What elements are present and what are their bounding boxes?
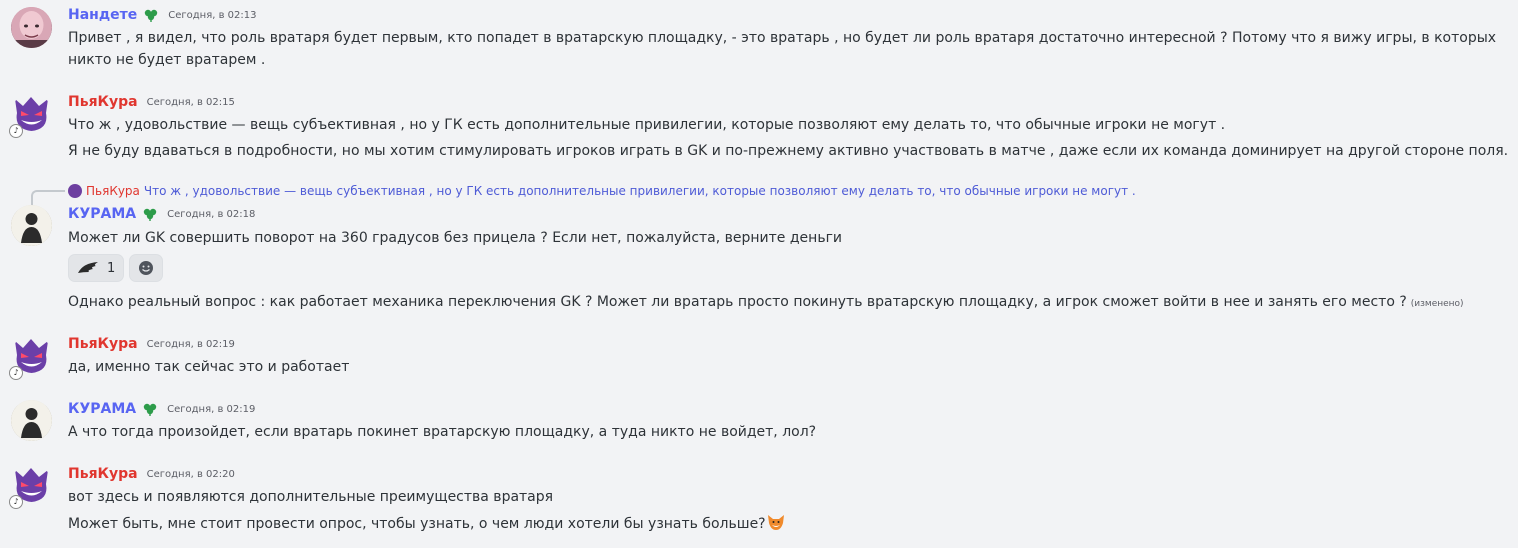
avatar-face-icon [11, 7, 52, 48]
message-text: да, именно так сейчас это и работает [68, 359, 350, 375]
fox-emoji-icon [767, 515, 784, 530]
reply-text[interactable]: Что ж , удовольствие — вещь субъективная… [144, 184, 1136, 198]
avatar-figure-icon [11, 205, 52, 246]
message-header: Нандете Сегодня, в 02:13 [68, 7, 256, 23]
message-text: Что ж , удовольствие — вещь субъективная… [68, 117, 1226, 133]
message-header: ПьяКура Сегодня, в 02:20 [68, 466, 235, 482]
edited-label: (изменено) [1410, 299, 1464, 309]
author-name[interactable]: ПьяКура [68, 336, 138, 352]
wing-emoji-icon [78, 262, 98, 273]
reply-author[interactable]: ПьяКура [86, 184, 140, 198]
message-text: Однако реальный вопрос : как работает ме… [68, 291, 1464, 315]
author-name[interactable]: ПьяКура [68, 94, 138, 110]
message-text: Может ли GK совершить поворот на 360 гра… [68, 230, 843, 246]
smiley-icon [139, 261, 154, 275]
message-header: ПьяКура Сегодня, в 02:15 [68, 94, 235, 110]
avatar[interactable] [11, 7, 52, 48]
reply-avatar [68, 184, 82, 198]
message-header: ПьяКура Сегодня, в 02:19 [68, 336, 235, 352]
timestamp: Сегодня, в 02:18 [167, 208, 256, 220]
message-text: Может быть, мне стоит провести опрос, чт… [68, 512, 786, 535]
clover-icon [145, 9, 158, 22]
message-text: Я не буду вдаваться в подробности, но мы… [68, 143, 1509, 159]
status-badge: ♪ [9, 124, 23, 138]
timestamp: Сегодня, в 02:15 [146, 96, 235, 108]
message-text: Привет , я видел, что роль вратаря будет… [68, 30, 1497, 68]
avatar[interactable] [11, 400, 52, 441]
reactions-bar: 1 [68, 254, 164, 282]
message-line: Может быть, мне стоит провести опрос, чт… [68, 516, 766, 532]
message-text: вот здесь и появляются дополнительные пр… [68, 489, 554, 505]
status-badge: ♪ [9, 366, 23, 380]
clover-icon [143, 403, 157, 416]
author-name[interactable]: ПьяКура [68, 466, 138, 482]
message-text: А что тогда произойдет, если вратарь пок… [68, 424, 817, 440]
avatar-figure-icon [11, 400, 52, 441]
timestamp: Сегодня, в 02:19 [146, 338, 235, 350]
avatar[interactable] [11, 205, 52, 246]
message-line: Однако реальный вопрос : как работает ме… [68, 294, 1407, 310]
status-badge: ♪ [9, 495, 23, 509]
add-reaction-button[interactable] [129, 254, 164, 282]
author-name[interactable]: КУРАМА [68, 401, 136, 417]
timestamp: Сегодня, в 02:19 [167, 403, 256, 415]
author-name[interactable]: Нандете [68, 7, 137, 23]
clover-icon [143, 208, 157, 221]
author-name[interactable]: КУРАМА [68, 206, 136, 222]
message-header: КУРАМА Сегодня, в 02:19 [68, 401, 255, 417]
timestamp: Сегодня, в 02:20 [146, 468, 235, 480]
timestamp: Сегодня, в 02:13 [168, 9, 257, 21]
reaction-chip[interactable]: 1 [68, 254, 125, 282]
message-header: КУРАМА Сегодня, в 02:18 [68, 206, 255, 222]
reply-preview[interactable]: ПьяКура Что ж , удовольствие — вещь субъ… [68, 184, 1136, 198]
reaction-count: 1 [107, 260, 116, 276]
